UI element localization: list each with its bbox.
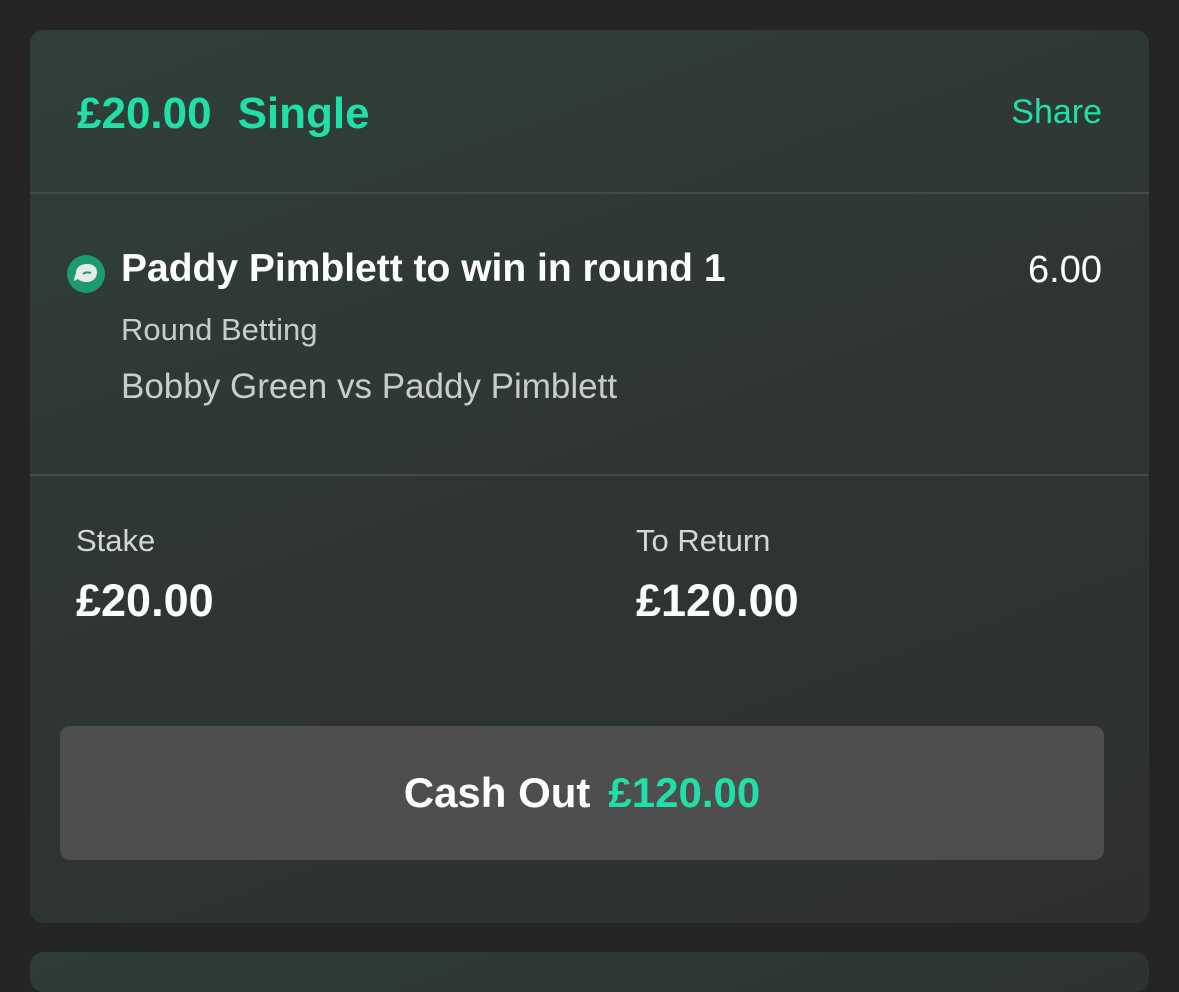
next-bet-card xyxy=(30,952,1149,992)
selection-odds: 6.00 xyxy=(1028,249,1102,291)
selection-event: Bobby Green vs Paddy Pimblett xyxy=(121,367,618,406)
mma-glove-icon xyxy=(67,255,105,293)
bet-amount: £20.00 xyxy=(77,89,212,138)
bet-header: £20.00 Single Share xyxy=(30,30,1149,193)
bet-card: £20.00 Single Share Paddy Pimblett to win… xyxy=(30,30,1149,923)
cash-out-button[interactable]: Cash Out £120.00 xyxy=(60,726,1104,860)
selection-divider xyxy=(30,474,1149,476)
bet-type: Single xyxy=(237,89,370,138)
return-label: To Return xyxy=(636,523,771,558)
bet-title: £20.00 Single xyxy=(77,88,370,141)
stake-label: Stake xyxy=(76,523,156,558)
selection-market: Round Betting xyxy=(121,312,318,347)
selection-name: Paddy Pimblett to win in round 1 xyxy=(121,247,726,290)
return-value: £120.00 xyxy=(636,575,799,626)
cash-out-label: Cash Out xyxy=(403,769,591,816)
stake-value: £20.00 xyxy=(76,575,214,626)
cash-out-amount: £120.00 xyxy=(608,769,761,816)
share-link[interactable]: Share xyxy=(1011,92,1102,133)
